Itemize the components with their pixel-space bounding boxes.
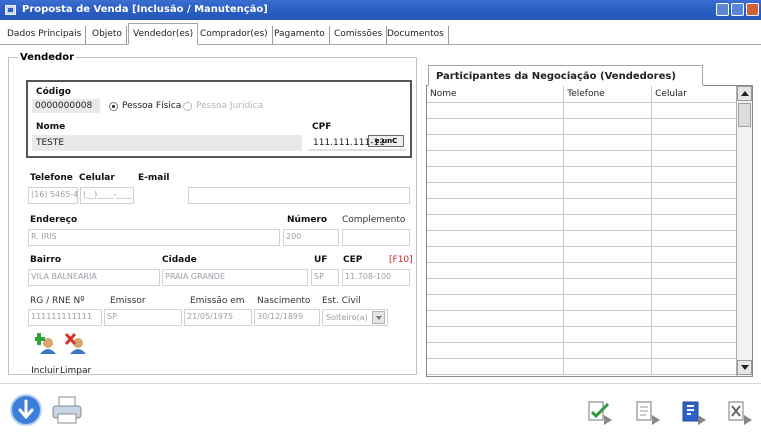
cpf-label: CPF: [312, 122, 332, 132]
emissor-value: SP: [107, 312, 117, 321]
table-row[interactable]: [427, 310, 737, 327]
table-row[interactable]: [427, 278, 737, 295]
table-row[interactable]: [427, 102, 737, 119]
bairro-label: Bairro: [30, 255, 62, 265]
tab-dados-principais[interactable]: Dados Principais: [3, 26, 87, 44]
nascimento-label: Nascimento: [257, 296, 311, 306]
pessoa-fisica-radio[interactable]: [109, 102, 118, 111]
check-doc-icon[interactable]: [586, 400, 614, 426]
celular-label: Celular: [79, 173, 115, 183]
cidade-label: Cidade: [162, 255, 197, 265]
app-icon: [5, 5, 16, 15]
table-row[interactable]: [427, 342, 737, 359]
participantes-scrollbar[interactable]: [736, 86, 752, 376]
edit-doc-icon[interactable]: [634, 400, 662, 426]
rg-value: 111111111111: [31, 312, 93, 321]
add-user-icon: [35, 333, 56, 354]
cpf-value: 111.111.111-11: [313, 138, 385, 148]
vendedor-legend: Vendedor: [18, 52, 76, 63]
table-row[interactable]: [427, 326, 737, 343]
complemento-field[interactable]: [342, 229, 410, 246]
column-header-celular[interactable]: Celular: [651, 86, 737, 103]
table-row[interactable]: [427, 246, 737, 263]
table-row[interactable]: [427, 214, 737, 231]
limpar-button[interactable]: Limpar: [60, 330, 92, 376]
nome-label: Nome: [36, 122, 66, 132]
column-header-telefone[interactable]: Telefone: [563, 86, 653, 103]
telefone-label: Telefone: [30, 173, 73, 183]
numero-label: Número: [287, 215, 328, 225]
table-row[interactable]: [427, 294, 737, 311]
window-titlebar: Proposta de Venda [Inclusão / Manutenção…: [0, 0, 761, 20]
tabs-divider: [0, 44, 761, 45]
nome-field[interactable]: [32, 135, 302, 151]
table-row[interactable]: [427, 262, 737, 279]
emissao-value: 21/05/1975: [187, 312, 234, 321]
tab-comissoes[interactable]: Comissões: [330, 26, 388, 44]
table-row[interactable]: [427, 182, 737, 199]
close-button[interactable]: [746, 3, 759, 16]
tab-vendedores[interactable]: Vendedor(es): [128, 23, 199, 45]
cancel-doc-icon[interactable]: [726, 400, 754, 426]
uf-value: SP: [314, 272, 324, 281]
remove-user-icon: [65, 332, 86, 354]
nome-value: TESTE: [36, 138, 65, 148]
pessoa-juridica-radio[interactable]: [183, 102, 192, 111]
endereco-value: R. IRIS: [31, 232, 57, 241]
cidade-value: PRAIA GRANDE: [165, 272, 226, 281]
estcivil-dropdown-icon[interactable]: [372, 311, 385, 324]
tab-objeto[interactable]: Objeto: [88, 26, 127, 44]
table-row[interactable]: [427, 230, 737, 247]
cep-label: CEP: [343, 255, 363, 265]
limpar-label: Limpar: [60, 366, 92, 376]
pessoa-juridica-label: Pessoa Jurídica: [196, 101, 264, 111]
table-row[interactable]: [427, 198, 737, 215]
celular-value: (__)____-____: [83, 190, 133, 199]
emissor-label: Emissor: [110, 296, 146, 306]
scroll-up-icon[interactable]: [737, 86, 752, 101]
cep-value: 11.708-100: [345, 272, 392, 281]
email-label: E-mail: [138, 173, 170, 183]
numero-value: 200: [286, 232, 302, 241]
report-icon[interactable]: [680, 400, 708, 426]
scroll-down-icon[interactable]: [737, 360, 752, 375]
window-title: Proposta de Venda [Inclusão / Manutenção…: [22, 4, 268, 15]
codigo-label: Código: [36, 87, 71, 97]
estcivil-label: Est. Civil: [322, 296, 361, 306]
incluir-label: Incluir: [31, 366, 59, 376]
table-row[interactable]: [427, 166, 737, 183]
participantes-grid[interactable]: Nome Telefone Celular: [426, 85, 753, 377]
cpf-underline: [308, 149, 406, 151]
cep-f10-hint: [F10]: [389, 255, 413, 265]
pessoa-fisica-label: Pessoa Física: [122, 101, 182, 111]
printer-icon[interactable]: [50, 394, 84, 426]
info-arrow-icon[interactable]: [9, 393, 43, 427]
tab-documentos[interactable]: Documentos: [383, 26, 449, 44]
table-row[interactable]: [427, 118, 737, 135]
endereco-field[interactable]: [28, 229, 280, 246]
estcivil-value: Solteiro(a): [326, 313, 368, 322]
tab-compradores[interactable]: Comprador(es): [196, 26, 273, 44]
scroll-thumb[interactable]: [738, 103, 751, 127]
table-row[interactable]: [427, 358, 737, 375]
emissao-label: Emissão em: [190, 296, 245, 306]
tab-pagamento[interactable]: Pagamento: [270, 26, 330, 44]
complemento-label: Complemento: [342, 215, 406, 225]
email-field[interactable]: [188, 187, 410, 204]
bottom-toolbar: [0, 384, 761, 439]
bairro-value: VILA BALNEARIA: [31, 272, 97, 281]
codigo-value: 0000000008: [35, 101, 93, 111]
nascimento-value: 30/12/1899: [257, 312, 304, 321]
table-row[interactable]: [427, 134, 737, 151]
uf-label: UF: [314, 255, 328, 265]
incluir-button[interactable]: Incluir: [30, 330, 60, 376]
rg-label: RG / RNE Nº: [30, 296, 85, 306]
endereco-label: Endereço: [30, 215, 78, 225]
minimize-button[interactable]: [716, 3, 729, 16]
maximize-button[interactable]: [731, 3, 744, 16]
participantes-title: Participantes da Negociação (Vendedores): [436, 71, 676, 82]
table-row[interactable]: [427, 150, 737, 167]
column-header-nome[interactable]: Nome: [427, 86, 565, 103]
